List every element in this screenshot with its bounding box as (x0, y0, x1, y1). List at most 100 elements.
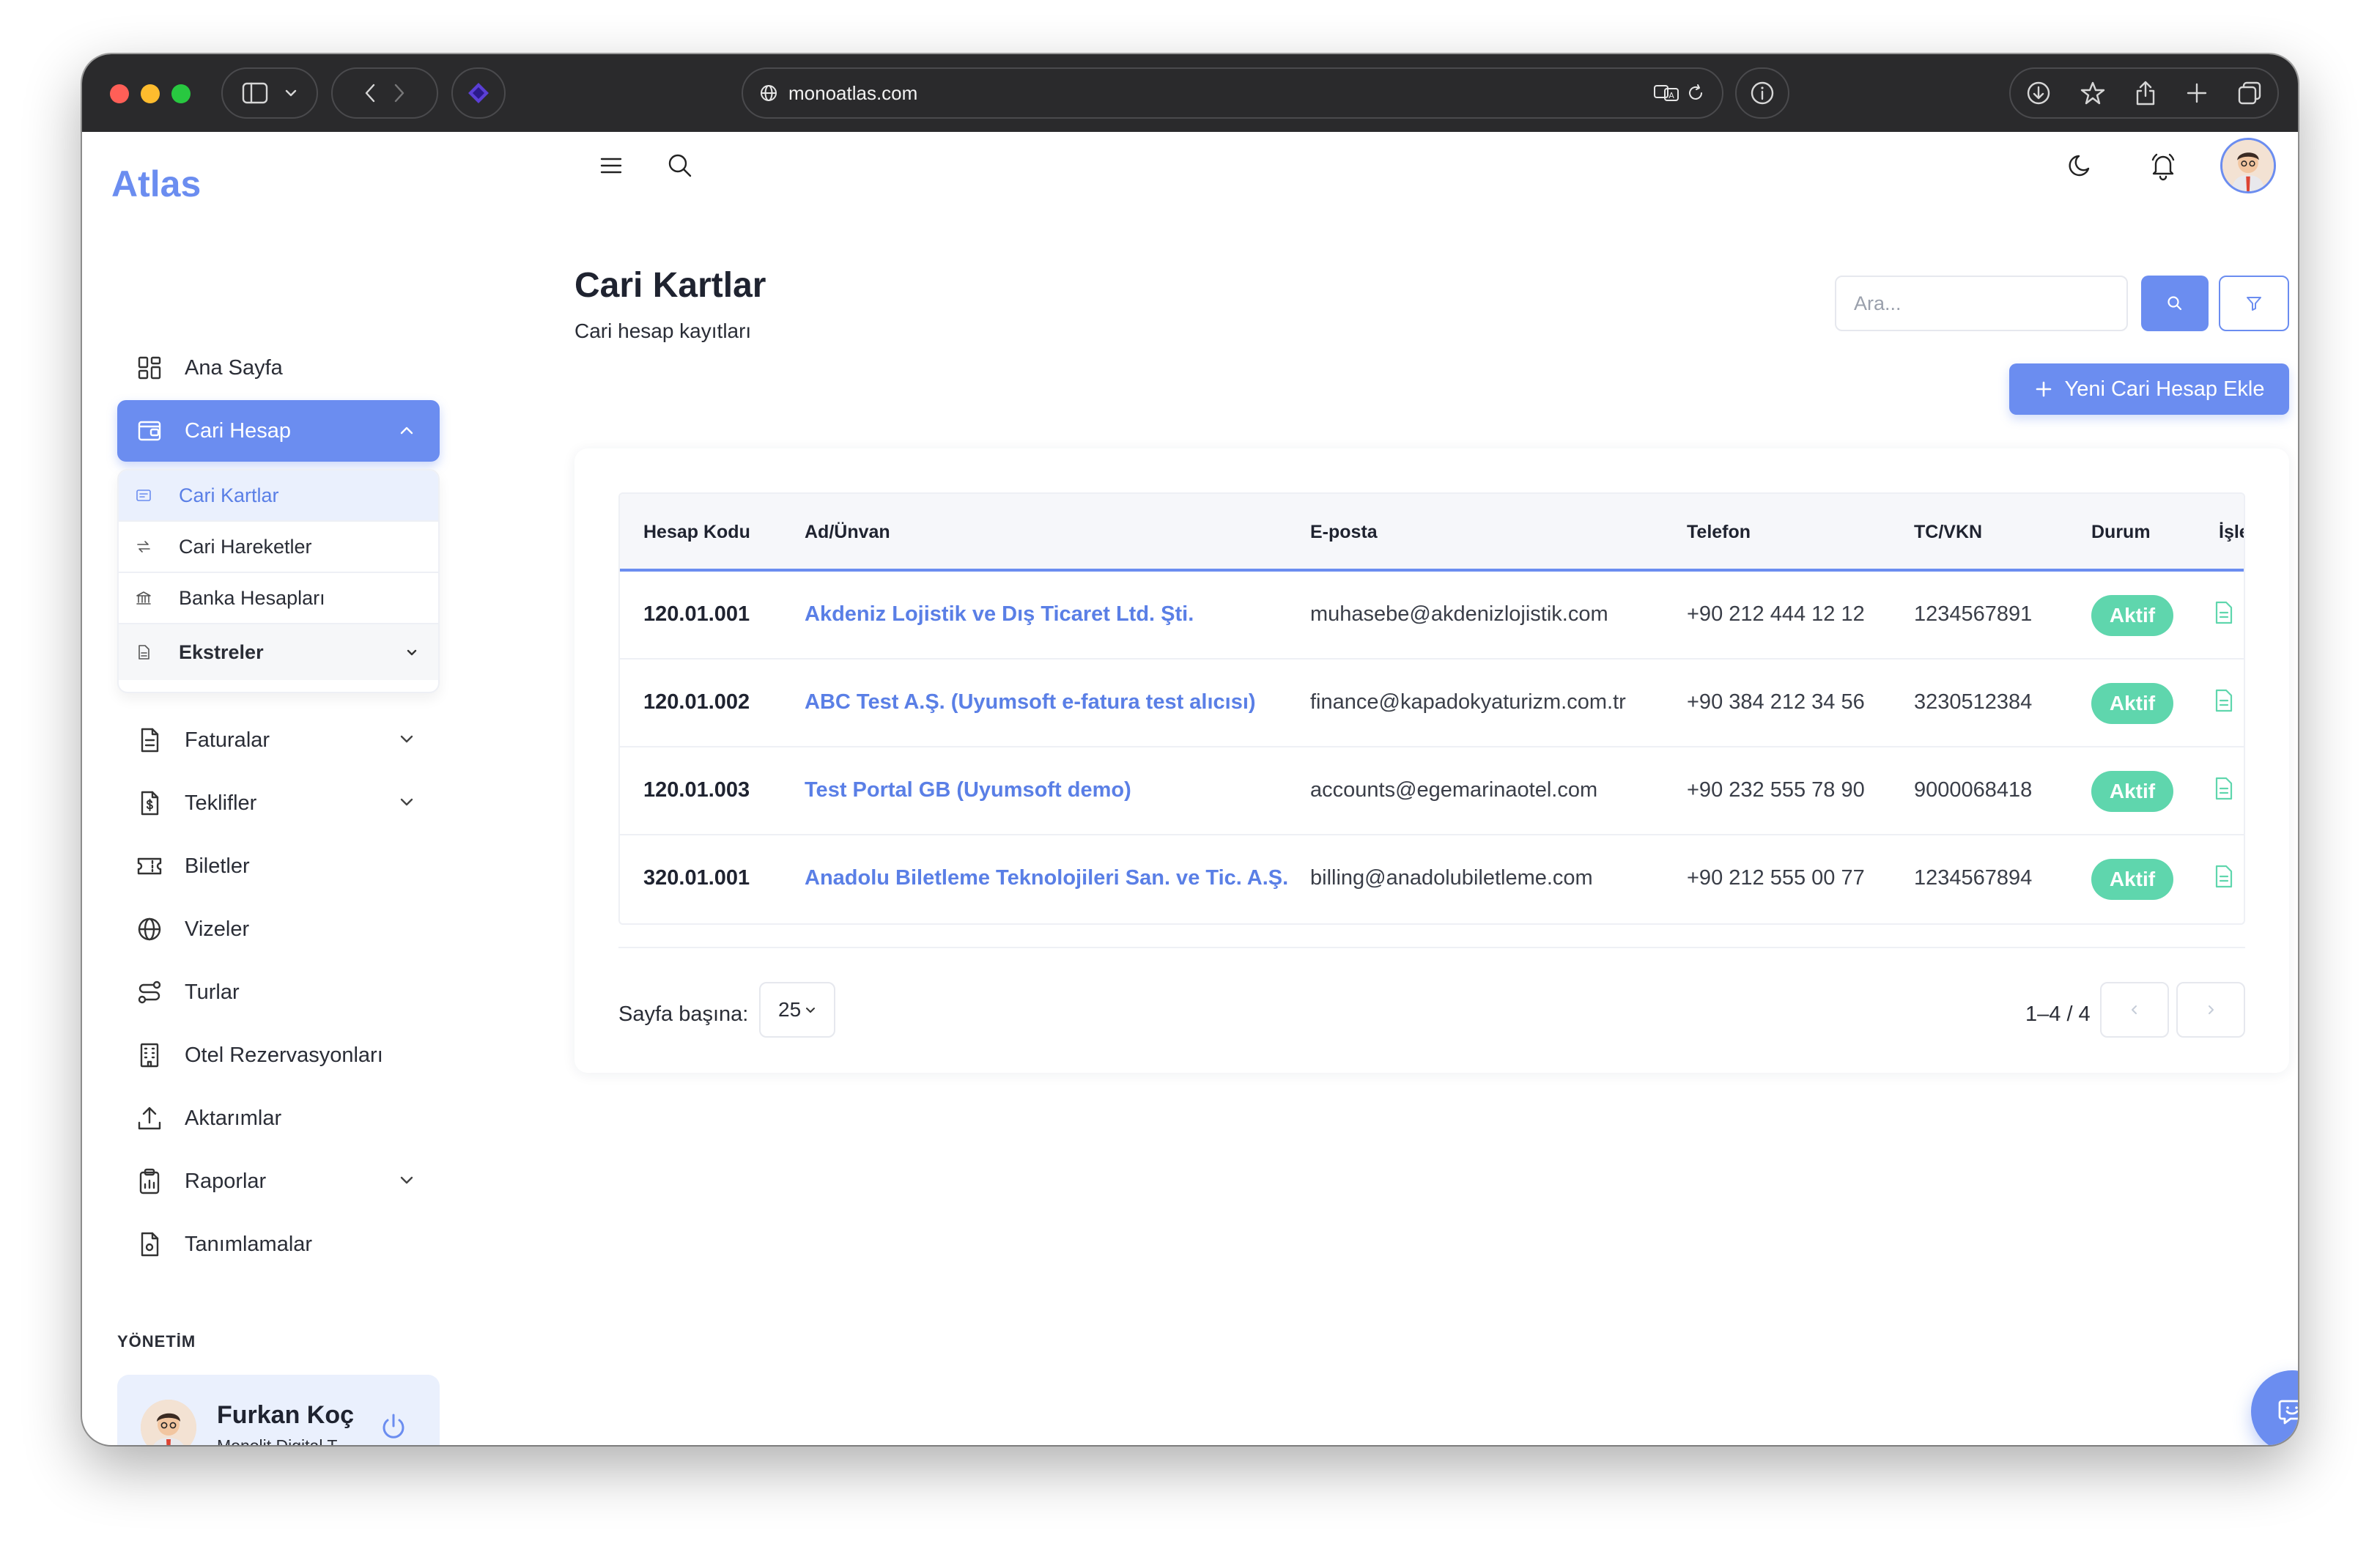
chat-button[interactable] (2251, 1370, 2298, 1445)
forward-icon[interactable] (393, 82, 406, 104)
cell-name-link[interactable]: Test Portal GB (Uyumsoft demo) (805, 778, 1131, 802)
cell-code: 320.01.001 (643, 866, 750, 890)
notification-bell-icon[interactable] (2147, 149, 2179, 182)
zoom-window-button[interactable] (171, 84, 191, 103)
sidebar-item-label: Turlar (185, 980, 240, 1004)
filter-icon (2247, 297, 2261, 311)
back-icon[interactable] (363, 82, 377, 104)
site-info-button[interactable] (1735, 67, 1789, 119)
sidebar-item-tanimlamalar[interactable]: Tanımlamalar (117, 1214, 440, 1275)
cell-name-link[interactable]: Akdeniz Lojistik ve Dış Ticaret Ltd. Şti… (805, 602, 1194, 627)
cell-tax-id: 3230512384 (1914, 690, 2033, 714)
power-icon[interactable] (378, 1411, 409, 1442)
minimize-window-button[interactable] (141, 84, 160, 103)
main-content: Cari Kartlar Cari hesap kayıtları Ara...… (492, 132, 2298, 1445)
table-row[interactable]: 120.01.002 ABC Test A.Ş. (Uyumsoft e-fat… (620, 660, 2244, 747)
cell-code: 120.01.002 (643, 690, 750, 714)
submenu-item-cari-kartlar[interactable]: Cari Kartlar (119, 470, 438, 522)
column-header-tc-vkn[interactable]: TC/VKN (1914, 522, 1982, 543)
file-icon (138, 645, 149, 660)
user-card[interactable]: Furkan Koç Monolit Digital T... (117, 1375, 440, 1445)
share-icon[interactable] (2135, 80, 2157, 106)
svg-text:A: A (1668, 91, 1674, 100)
cell-code: 120.01.003 (643, 778, 750, 802)
extension-button[interactable] (451, 67, 506, 119)
document-action-icon[interactable] (2214, 689, 2233, 712)
upload-icon (138, 1107, 161, 1130)
sidebar-item-ana-sayfa[interactable]: Ana Sayfa (117, 337, 440, 399)
accounts-table: Hesap Kodu Ad/Ünvan E-posta Telefon TC/V… (618, 492, 2245, 925)
filter-button[interactable] (2219, 276, 2289, 331)
sidebar-item-faturalar[interactable]: Faturalar (117, 709, 440, 771)
sidebar-item-raporlar[interactable]: Raporlar (117, 1150, 440, 1212)
route-icon (138, 980, 161, 1004)
table-row[interactable]: 120.01.003 Test Portal GB (Uyumsoft demo… (620, 747, 2244, 835)
info-icon (1751, 81, 1774, 105)
app-logo[interactable]: Atlas (111, 163, 201, 205)
sidebar-item-teklifler[interactable]: Teklifler (117, 772, 440, 834)
cell-email: accounts@egemarinaotel.com (1310, 778, 1598, 802)
address-bar[interactable]: monoatlas.com A (742, 67, 1723, 119)
submenu-item-banka-hesaplari[interactable]: Banka Hesapları (119, 573, 438, 624)
document-action-icon[interactable] (2214, 865, 2233, 888)
column-header-ad-unvan[interactable]: Ad/Ünvan (805, 522, 890, 543)
sidebar-item-aktarimlar[interactable]: Aktarımlar (117, 1087, 440, 1149)
download-icon[interactable] (2026, 81, 2051, 106)
column-header-durum[interactable]: Durum (2091, 522, 2151, 543)
submenu-item-label: Cari Kartlar (179, 484, 279, 506)
cell-name-link[interactable]: Anadolu Biletleme Teknolojileri San. ve … (805, 866, 1288, 890)
sidebar-item-cari-hesap[interactable]: Cari Hesap (117, 400, 440, 462)
globe-icon (138, 917, 161, 941)
sidebar-item-label: Biletler (185, 854, 250, 878)
submenu-item-ekstreler[interactable]: Ekstreler (119, 624, 438, 680)
search-input[interactable]: Ara... (1835, 276, 2128, 331)
reload-icon[interactable] (1685, 83, 1706, 103)
per-page-select[interactable]: 25 (759, 982, 835, 1038)
sidebar-item-biletler[interactable]: Biletler (117, 835, 440, 897)
document-action-icon[interactable] (2214, 601, 2233, 624)
sidebar-toggle-button[interactable] (221, 67, 318, 119)
bank-icon (136, 591, 151, 605)
column-header-hesap-kodu[interactable]: Hesap Kodu (643, 522, 750, 543)
bookmark-star-icon[interactable] (2080, 81, 2105, 106)
history-nav (331, 67, 438, 119)
avatar[interactable] (141, 1400, 196, 1445)
next-page-button[interactable] (2176, 982, 2245, 1038)
dark-mode-icon[interactable] (2066, 151, 2096, 180)
settings-document-icon (141, 1232, 159, 1257)
submenu-item-cari-hareketler[interactable]: Cari Hareketler (119, 522, 438, 573)
grid-icon (138, 356, 161, 380)
chevron-down-icon (806, 1008, 816, 1013)
chevron-right-icon (2209, 1005, 2214, 1014)
search-icon[interactable] (665, 151, 695, 180)
sidebar-item-vizeler[interactable]: Vizeler (117, 898, 440, 960)
table-header: Hesap Kodu Ad/Ünvan E-posta Telefon TC/V… (620, 494, 2244, 572)
header-avatar[interactable] (2220, 138, 2276, 193)
sidebar-item-turlar[interactable]: Turlar (117, 961, 440, 1023)
per-page-value: 25 (778, 998, 802, 1021)
chevron-down-icon (400, 1176, 413, 1184)
cari-hesap-submenu: Cari Kartlar Cari Hareketler Banka Hesap… (117, 469, 440, 693)
table-row[interactable]: 120.01.001 Akdeniz Lojistik ve Dış Ticar… (620, 572, 2244, 660)
translate-icon[interactable]: A (1653, 83, 1681, 103)
table-row[interactable]: 320.01.001 Anadolu Biletleme Teknolojile… (620, 835, 2244, 923)
cell-phone: +90 384 212 34 56 (1687, 690, 1865, 714)
cell-tax-id: 1234567894 (1914, 866, 2033, 890)
column-header-islemler: İşle (2219, 522, 2244, 542)
sidebar-item-otel-rezervasyonlari[interactable]: Otel Rezervasyonları (117, 1024, 440, 1086)
prev-page-button[interactable] (2100, 982, 2169, 1038)
add-account-button[interactable]: Yeni Cari Hesap Ekle (2009, 363, 2289, 415)
document-action-icon[interactable] (2214, 777, 2233, 800)
cell-tax-id: 9000068418 (1914, 778, 2033, 802)
column-header-e-posta[interactable]: E-posta (1310, 522, 1378, 543)
column-header-telefon[interactable]: Telefon (1687, 522, 1751, 543)
sidebar-item-label: Aktarımlar (185, 1106, 282, 1130)
menu-icon[interactable] (598, 152, 624, 179)
search-button[interactable] (2141, 276, 2209, 331)
new-tab-icon[interactable] (2186, 82, 2208, 104)
tab-overview-icon[interactable] (2237, 81, 2262, 106)
dollar-document-icon (141, 791, 159, 816)
per-page-label: Sayfa başına: (618, 1002, 749, 1026)
cell-name-link[interactable]: ABC Test A.Ş. (Uyumsoft e-fatura test al… (805, 690, 1256, 714)
close-window-button[interactable] (110, 84, 129, 103)
